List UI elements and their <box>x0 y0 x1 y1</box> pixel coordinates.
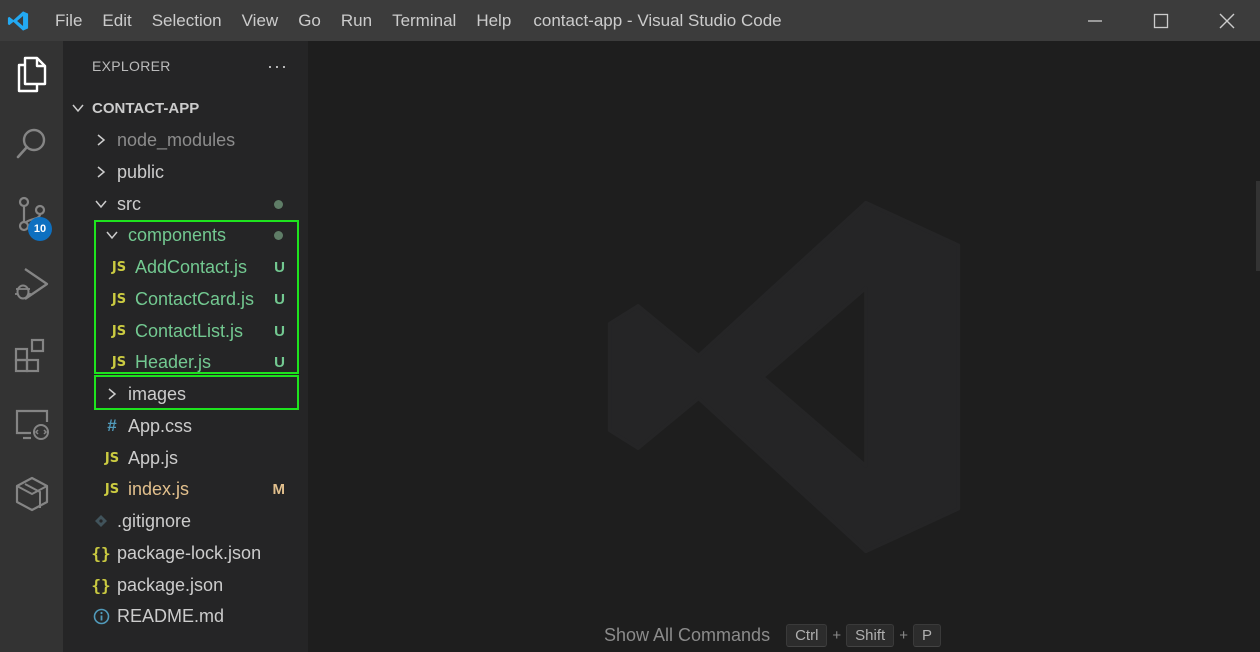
chevron-right-icon <box>92 133 110 147</box>
minimize-icon <box>1088 19 1102 22</box>
chevron-down-icon <box>70 100 86 116</box>
tree-item-package-lock-json[interactable]: {} package-lock.json <box>63 537 308 569</box>
tree-item-label: node_modules <box>117 129 236 150</box>
editor-area: Show All Commands Ctrl + Shift + P <box>308 41 1260 652</box>
tree-item-label: package-lock.json <box>117 542 262 563</box>
search-icon <box>16 128 45 159</box>
explorer-sidebar: EXPLORER ··· CONTACT-APP node_modulespub… <box>63 41 308 652</box>
components-highlight-box <box>94 220 299 374</box>
js-file-icon: JS <box>104 450 120 466</box>
tree-item-app-js[interactable]: JS App.js <box>63 442 308 474</box>
maximize-icon <box>1153 13 1169 28</box>
tree-item-label: App.js <box>128 447 179 468</box>
minimize-button[interactable] <box>1062 0 1128 41</box>
explorer-title: EXPLORER <box>92 58 171 74</box>
vscode-watermark-icon <box>607 200 961 554</box>
tree-item-label: index.js <box>128 478 190 499</box>
tree-item-src[interactable]: src <box>63 188 308 220</box>
activity-remote-explorer[interactable] <box>0 394 63 454</box>
tree-item-label: .gitignore <box>117 510 192 531</box>
modified-dot-indicator <box>274 199 283 209</box>
key-p: P <box>912 624 941 647</box>
tree-item-label: src <box>117 193 141 214</box>
menu-view[interactable]: View <box>232 0 289 41</box>
vscode-logo-icon <box>0 0 36 41</box>
tree-item-index-js[interactable]: JS index.js M <box>63 473 308 505</box>
tree-item-gitignore[interactable]: .gitignore <box>63 505 308 537</box>
scrollbar-edge[interactable] <box>1256 181 1260 271</box>
js-file-icon: JS <box>104 481 120 497</box>
extensions-icon <box>14 338 44 373</box>
key-shift: Shift <box>846 624 895 647</box>
menu-bar: File Edit Selection View Go Run Terminal… <box>45 0 521 41</box>
tree-item-public[interactable]: public <box>63 156 308 188</box>
close-button[interactable] <box>1194 0 1260 41</box>
plus-sign: + <box>832 627 842 644</box>
css-file-icon: # <box>107 416 117 435</box>
activity-docker[interactable] <box>0 464 63 524</box>
json-file-icon: {} <box>91 575 111 595</box>
git-file-icon <box>92 514 110 528</box>
tree-item-label: App.css <box>128 415 193 436</box>
hint-label: Show All Commands <box>604 625 771 645</box>
plus-sign: + <box>899 627 908 644</box>
tree-item-readme-md[interactable]: README.md <box>63 600 308 632</box>
menu-edit[interactable]: Edit <box>92 0 141 41</box>
chevron-down-icon <box>92 197 110 211</box>
tree-item-node-modules[interactable]: node_modules <box>63 124 308 156</box>
remote-explorer-icon <box>15 409 49 440</box>
menu-run[interactable]: Run <box>331 0 382 41</box>
show-all-commands-hint: Show All Commands Ctrl + Shift + P <box>604 624 941 647</box>
activity-explorer[interactable] <box>0 44 63 104</box>
more-actions-button[interactable]: ··· <box>267 56 288 77</box>
activity-extensions[interactable] <box>0 324 63 384</box>
menu-go[interactable]: Go <box>288 0 331 41</box>
run-debug-icon <box>14 268 48 300</box>
tree-item-label: README.md <box>117 605 225 626</box>
window-controls <box>1062 0 1260 41</box>
activity-search[interactable] <box>0 114 63 174</box>
chevron-right-icon <box>92 165 110 179</box>
title-bar: File Edit Selection View Go Run Terminal… <box>0 0 1260 41</box>
key-ctrl: Ctrl <box>786 624 828 647</box>
project-root[interactable]: CONTACT-APP <box>63 92 308 124</box>
menu-file[interactable]: File <box>45 0 92 41</box>
info-file-icon <box>92 608 110 625</box>
tree-item-app-css[interactable]: # App.css <box>63 410 308 442</box>
menu-terminal[interactable]: Terminal <box>382 0 466 41</box>
git-status-badge: M <box>272 480 286 498</box>
tree-item-package-json[interactable]: {} package.json <box>63 569 308 601</box>
activity-run-debug[interactable] <box>0 254 63 314</box>
tree-item-label: package.json <box>117 574 224 595</box>
docker-icon <box>15 476 48 512</box>
menu-help[interactable]: Help <box>466 0 521 41</box>
activity-bar: 10 <box>0 41 63 652</box>
images-highlight-box <box>94 375 299 410</box>
explorer-header: EXPLORER ··· <box>63 41 308 91</box>
close-icon <box>1219 13 1235 28</box>
maximize-button[interactable] <box>1128 0 1194 41</box>
project-root-label: CONTACT-APP <box>92 99 200 117</box>
tree-item-label: public <box>117 161 165 182</box>
source-control-badge: 10 <box>28 217 52 241</box>
json-file-icon: {} <box>91 543 111 563</box>
menu-selection[interactable]: Selection <box>142 0 232 41</box>
explorer-icon <box>17 56 46 93</box>
